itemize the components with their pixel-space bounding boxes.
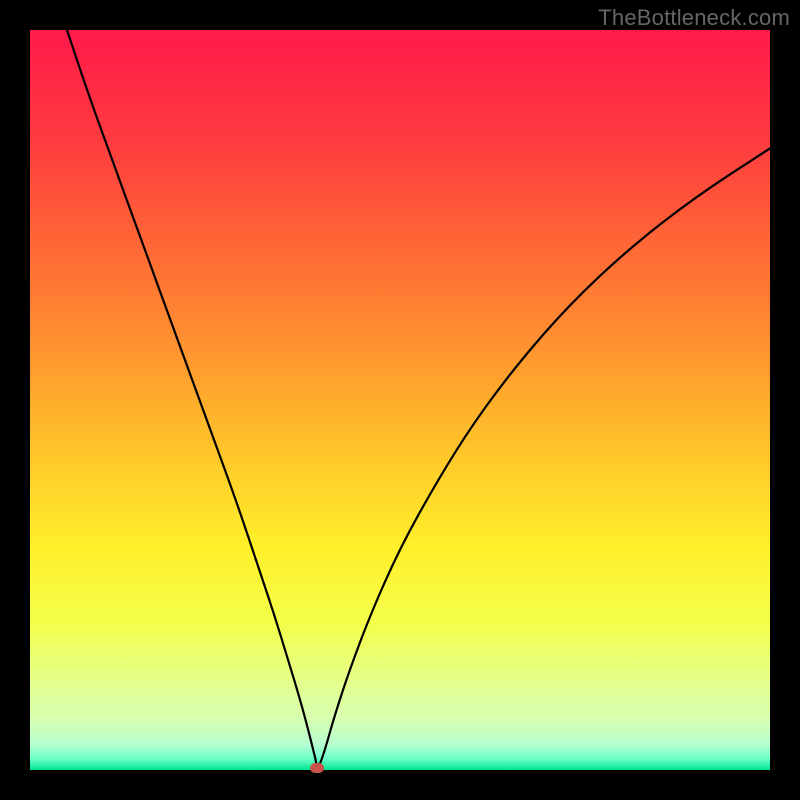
watermark-text: TheBottleneck.com (598, 5, 790, 31)
bottleneck-curve (30, 30, 770, 770)
chart-container: TheBottleneck.com (0, 0, 800, 800)
plot-area (30, 30, 770, 770)
plot-frame (30, 30, 770, 770)
minimum-marker (310, 763, 324, 773)
